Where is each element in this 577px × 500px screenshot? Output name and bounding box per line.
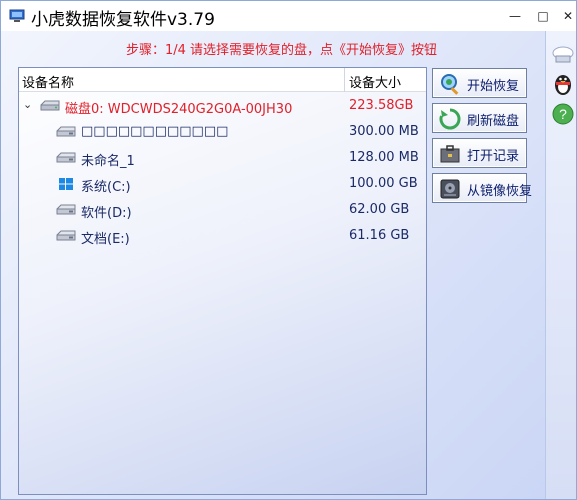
device-list[interactable]: 设备名称 设备大小 ⌄ 磁盘0: WDCWDS240G2G0A-00JH30 2… (18, 67, 427, 495)
drive-icon (55, 125, 77, 139)
open-record-label: 打开记录 (467, 149, 520, 164)
partition-name: 文档(E:) (81, 232, 130, 247)
help-icon[interactable]: ? (550, 101, 576, 127)
drive-icon (55, 151, 77, 165)
app-logo-icon (9, 8, 25, 24)
briefcase-icon (438, 142, 462, 166)
partition-name: □□□□□□□□□□□□ (81, 124, 229, 139)
start-recovery-button[interactable]: 开始恢复 (432, 68, 527, 98)
partition-row[interactable]: □□□□□□□□□□□□ 300.00 MB (19, 120, 426, 146)
disk-name: 磁盘0: WDCWDS240G2G0A-00JH30 (65, 102, 293, 117)
partition-row[interactable]: 未命名_1 128.00 MB (19, 146, 426, 172)
refresh-disk-button[interactable]: 刷新磁盘 (432, 103, 527, 133)
magnifier-icon (438, 72, 462, 96)
svg-text:?: ? (559, 106, 567, 122)
open-record-button[interactable]: 打开记录 (432, 138, 527, 168)
right-icon-strip: ? (545, 31, 576, 499)
partition-name: 软件(D:) (81, 206, 132, 221)
expand-caret-icon[interactable]: ⌄ (23, 98, 32, 111)
recover-from-image-label: 从镜像恢复 (467, 184, 533, 199)
partition-size: 300.00 MB (349, 124, 419, 139)
partition-size: 128.00 MB (349, 150, 419, 165)
disk-image-icon (438, 177, 462, 201)
refresh-disk-label: 刷新磁盘 (467, 114, 520, 129)
partition-size: 62.00 GB (349, 202, 410, 217)
hard-drive-icon (39, 99, 61, 113)
drive-icon (55, 203, 77, 217)
penguin-icon[interactable] (550, 71, 576, 97)
partition-size: 61.16 GB (349, 228, 410, 243)
list-header: 设备名称 设备大小 (19, 68, 426, 92)
start-recovery-label: 开始恢复 (467, 79, 520, 94)
drive-icon (55, 229, 77, 243)
disk-row[interactable]: ⌄ 磁盘0: WDCWDS240G2G0A-00JH30 223.58GB (19, 94, 426, 120)
column-header-size[interactable]: 设备大小 (349, 72, 401, 91)
windows-icon (55, 177, 77, 191)
disk-size: 223.58GB (349, 98, 414, 113)
partition-size: 100.00 GB (349, 176, 418, 191)
partition-name: 系统(C:) (81, 180, 131, 195)
recover-from-image-button[interactable]: 从镜像恢复 (432, 173, 532, 203)
column-divider[interactable] (344, 68, 345, 92)
title-bar: 小虎数据恢复软件v3.79 — □ ✕ (1, 1, 576, 31)
app-window: 小虎数据恢复软件v3.79 — □ ✕ 步骤：1/4 请选择需要恢复的盘，点《开… (0, 0, 577, 500)
partition-row[interactable]: 软件(D:) 62.00 GB (19, 198, 426, 224)
column-header-name[interactable]: 设备名称 (22, 72, 74, 91)
partition-name: 未命名_1 (81, 154, 135, 169)
step-instruction: 步骤：1/4 请选择需要恢复的盘，点《开始恢复》按钮 (126, 43, 438, 58)
cloud-drive-icon[interactable] (550, 41, 576, 67)
close-button[interactable]: ✕ (546, 1, 576, 31)
main-area: 步骤：1/4 请选择需要恢复的盘，点《开始恢复》按钮 设备名称 设备大小 ⌄ 磁… (1, 31, 576, 499)
window-title: 小虎数据恢复软件v3.79 (31, 10, 215, 30)
refresh-icon (438, 107, 462, 131)
partition-row[interactable]: 文档(E:) 61.16 GB (19, 224, 426, 250)
partition-row[interactable]: 系统(C:) 100.00 GB (19, 172, 426, 198)
